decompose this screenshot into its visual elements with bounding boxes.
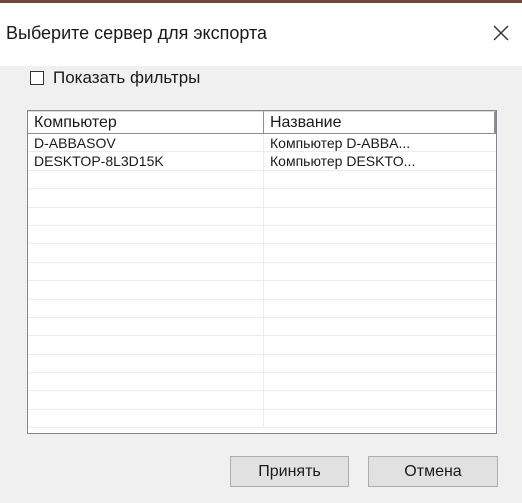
cell-name <box>264 318 496 335</box>
table-row[interactable] <box>28 354 496 374</box>
close-button[interactable] <box>486 13 516 53</box>
list-header: Компьютер Название <box>28 111 496 134</box>
cell-computer <box>28 281 264 299</box>
cell-name <box>264 410 496 427</box>
table-row[interactable] <box>28 225 496 245</box>
table-row[interactable] <box>28 170 496 190</box>
show-filters-row[interactable]: Показать фильтры <box>30 66 200 90</box>
table-row[interactable] <box>28 299 496 318</box>
cell-computer <box>28 354 264 373</box>
table-row[interactable] <box>28 207 496 226</box>
cell-name: Компьютер DESKTO... <box>270 153 416 170</box>
cell-name <box>264 391 496 408</box>
list-rows: D-ABBASOV Компьютер D-ABBA... DESKTOP-8L3D… <box>28 134 496 429</box>
table-row[interactable] <box>28 317 496 337</box>
table-row[interactable] <box>28 336 496 355</box>
dialog-title: Выберите сервер для экспорта <box>6 23 268 43</box>
cell-name <box>264 208 496 225</box>
server-list[interactable]: Компьютер Название D-ABBASOV Компьютер D-… <box>27 110 497 434</box>
cell-computer <box>28 207 264 225</box>
cell-computer <box>28 244 264 262</box>
column-header-name[interactable]: Название <box>264 111 496 133</box>
cell-computer <box>28 170 264 189</box>
cell-computer <box>28 189 264 207</box>
cell-computer <box>28 409 264 428</box>
cell-name <box>264 336 496 353</box>
cell-computer: DESKTOP-8L3D15K <box>28 152 264 170</box>
accept-button[interactable]: Принять <box>230 456 349 487</box>
column-header-computer[interactable]: Компьютер <box>28 111 264 133</box>
title-bar: Выберите сервер для экспорта <box>0 3 522 66</box>
table-row[interactable] <box>28 373 496 392</box>
table-row[interactable]: DESKTOP-8L3D15K Компьютер DESKTO... <box>28 152 496 171</box>
cell-name <box>264 373 496 390</box>
cell-name <box>264 355 496 372</box>
cell-name <box>264 281 496 298</box>
cell-name <box>264 300 496 317</box>
cell-computer <box>28 391 264 409</box>
table-row[interactable] <box>28 244 496 263</box>
cancel-button[interactable]: Отмена <box>368 456 498 487</box>
cell-computer <box>28 225 264 244</box>
close-icon <box>493 25 509 41</box>
table-row[interactable] <box>28 281 496 300</box>
cell-computer <box>28 317 264 336</box>
table-row[interactable] <box>28 391 496 410</box>
cell-computer <box>28 299 264 317</box>
table-row[interactable] <box>28 189 496 208</box>
show-filters-checkbox[interactable] <box>30 71 44 85</box>
cell-computer <box>28 373 264 391</box>
cell-name: Компьютер D-ABBA... <box>270 135 411 151</box>
table-row[interactable] <box>28 262 496 282</box>
cell-computer: D-ABBASOV <box>28 134 264 152</box>
cell-name <box>264 171 496 188</box>
export-server-dialog: Выберите сервер для экспорта Показать фи… <box>0 0 522 503</box>
cell-name <box>264 263 496 280</box>
cell-computer <box>28 262 264 281</box>
table-row[interactable]: D-ABBASOV Компьютер D-ABBA... <box>28 134 496 153</box>
cell-name <box>264 189 496 206</box>
cell-name <box>264 244 496 261</box>
cell-name <box>264 226 496 243</box>
show-filters-label: Показать фильтры <box>53 68 201 87</box>
table-row[interactable] <box>28 409 496 429</box>
cell-computer <box>28 336 264 354</box>
